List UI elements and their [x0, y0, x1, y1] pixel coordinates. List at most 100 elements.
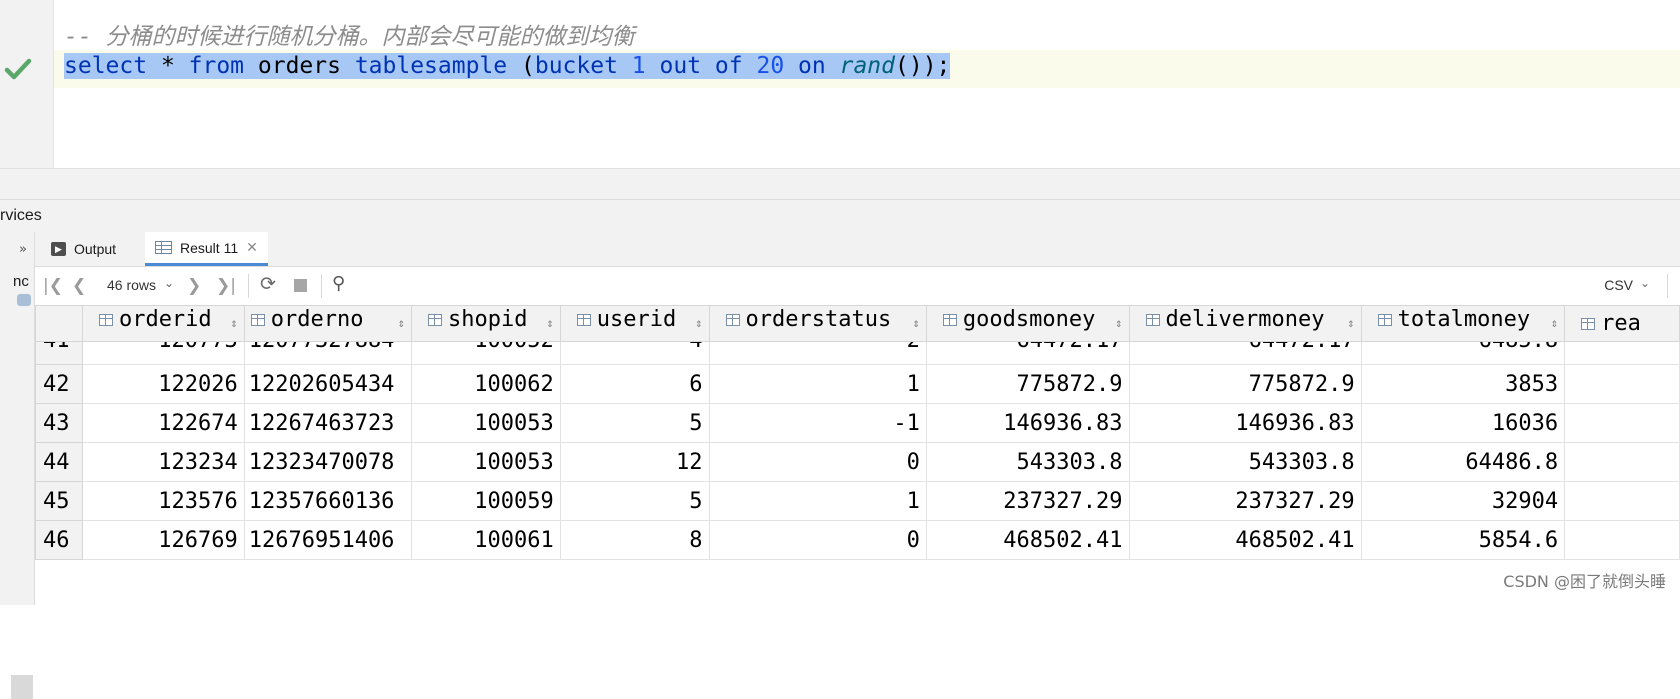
table-cell[interactable]: 12	[559, 442, 710, 482]
table-cell[interactable]: 775872.9	[925, 364, 1130, 404]
table-cell[interactable]: 8	[559, 520, 710, 560]
table-cell[interactable]: 12357660136	[243, 481, 413, 521]
column-header[interactable]: rea	[1564, 305, 1680, 342]
table-cell[interactable]: 100053	[411, 442, 561, 482]
table-cell[interactable]: 126769	[81, 520, 245, 560]
sql-comment-line[interactable]: -- 分桶的时候进行随机分桶。内部会尽可能的做到均衡	[64, 17, 635, 51]
sort-icon[interactable]: ⇕	[913, 307, 920, 340]
table-row[interactable]: 46 126769 12676951406 100061 8 0 468502.…	[35, 520, 1680, 560]
next-page-icon[interactable]: ❯	[187, 276, 201, 296]
tree-node-label[interactable]: nc	[13, 273, 29, 290]
sort-icon[interactable]: ⇕	[695, 307, 702, 340]
table-cell[interactable]: 64486.8	[1360, 442, 1566, 482]
selected-text[interactable]: select * from orders tablesample (bucket…	[64, 53, 951, 79]
sort-icon[interactable]: ⇕	[1347, 307, 1354, 340]
prev-page-icon[interactable]: ❮	[72, 276, 86, 296]
table-row[interactable]: 43 122674 12267463723 100053 5 -1 146936…	[35, 403, 1680, 443]
table-cell[interactable]: 5854.6	[1360, 520, 1566, 560]
table-cell[interactable]	[1564, 364, 1680, 404]
table-cell[interactable]: 4	[559, 341, 710, 365]
table-cell[interactable]: 123576	[81, 481, 245, 521]
close-icon[interactable]: ✕	[246, 239, 258, 256]
table-cell[interactable]: 100059	[411, 481, 561, 521]
result-grid[interactable]: orderid ⇕ orderno ⇕ shopid ⇕ userid ⇕ orders…	[35, 305, 1680, 605]
table-cell[interactable]: 16036	[1360, 403, 1566, 443]
table-cell[interactable]	[1564, 481, 1680, 521]
table-cell[interactable]: 100061	[411, 520, 561, 560]
table-cell[interactable]: 468502.41	[925, 520, 1130, 560]
sql-statement-line[interactable]: select * from orders tablesample (bucket…	[64, 53, 951, 79]
table-cell[interactable]	[1564, 341, 1680, 365]
table-cell[interactable]: 6485.8	[1360, 341, 1566, 365]
table-cell[interactable]: 64472.17	[1128, 341, 1362, 365]
table-cell[interactable]: 12077327884	[243, 341, 413, 365]
column-header[interactable]: goodsmoney ⇕	[925, 305, 1130, 342]
table-cell[interactable]: 123234	[81, 442, 245, 482]
table-row[interactable]: 45 123576 12357660136 100059 5 1 237327.…	[35, 481, 1680, 521]
sort-icon[interactable]: ⇕	[547, 307, 554, 340]
chevron-down-icon[interactable]: ⌄	[1640, 276, 1650, 290]
table-cell[interactable]: 100053	[411, 403, 561, 443]
table-cell[interactable]: 5	[559, 403, 710, 443]
table-cell[interactable]: 1	[708, 481, 927, 521]
table-cell[interactable]: 122674	[81, 403, 245, 443]
table-cell[interactable]: 12202605434	[243, 364, 413, 404]
sort-icon[interactable]: ⇕	[1551, 307, 1558, 340]
table-cell[interactable]: 146936.83	[925, 403, 1130, 443]
table-cell[interactable]: 237327.29	[1128, 481, 1362, 521]
table-cell[interactable]: 5	[559, 481, 710, 521]
table-cell[interactable]: 0	[708, 520, 927, 560]
table-cell[interactable]: 64472.17	[925, 341, 1130, 365]
kw-tablesample: tablesample	[354, 53, 508, 79]
export-format-dropdown[interactable]: CSV	[1604, 277, 1633, 293]
sort-icon[interactable]: ⇕	[398, 307, 405, 340]
table-cell[interactable]: 543303.8	[1128, 442, 1362, 482]
table-cell[interactable]: 6	[559, 364, 710, 404]
table-cell[interactable]: 120773	[81, 341, 245, 365]
column-header[interactable]: orderid ⇕	[81, 305, 245, 342]
table-cell[interactable]: 100052	[411, 341, 561, 365]
table-cell[interactable]	[1564, 442, 1680, 482]
table-cell[interactable]: 100062	[411, 364, 561, 404]
table-cell[interactable]: 468502.41	[1128, 520, 1362, 560]
table-cell[interactable]: 0	[708, 442, 927, 482]
table-cell[interactable]: 237327.29	[925, 481, 1130, 521]
stop-icon[interactable]	[294, 279, 307, 292]
table-cell[interactable]: 32904	[1360, 481, 1566, 521]
expand-icon[interactable]: »	[19, 242, 27, 257]
column-header[interactable]: totalmoney ⇕	[1360, 305, 1566, 342]
table-row[interactable]: 44 123234 12323470078 100053 12 0 543303…	[35, 442, 1680, 482]
sort-icon[interactable]: ⇕	[1115, 307, 1122, 340]
table-cell[interactable]	[1564, 403, 1680, 443]
column-header[interactable]: userid ⇕	[559, 305, 710, 342]
column-header[interactable]: orderno ⇕	[243, 305, 413, 342]
reload-icon[interactable]: ⟳	[260, 274, 276, 294]
first-page-icon[interactable]: |❮	[43, 276, 63, 296]
table-cell[interactable]: 12323470078	[243, 442, 413, 482]
chevron-down-icon[interactable]: ⌄	[164, 276, 174, 290]
table-cell[interactable]: 122026	[81, 364, 245, 404]
last-page-icon[interactable]: ❯|	[216, 276, 236, 296]
table-cell[interactable]: -1	[708, 403, 927, 443]
table-row[interactable]: 42 122026 12202605434 100062 6 1 775872.…	[35, 364, 1680, 404]
column-header[interactable]: orderstatus ⇕	[708, 305, 927, 342]
column-header[interactable]: delivermoney ⇕	[1128, 305, 1362, 342]
table-cell[interactable]: 3853	[1360, 364, 1566, 404]
rows-count-dropdown[interactable]: 46 rows	[107, 277, 156, 293]
table-cell[interactable]: 12267463723	[243, 403, 413, 443]
table-cell[interactable]: 543303.8	[925, 442, 1130, 482]
tab-result[interactable]: Result 11 ✕	[145, 232, 268, 266]
sql-editor[interactable]: -- 分桶的时候进行随机分桶。内部会尽可能的做到均衡 select * from…	[0, 0, 1680, 168]
sort-icon[interactable]: ⇕	[231, 307, 238, 340]
pin-icon[interactable]: ⚲	[332, 274, 345, 294]
table-cell[interactable]: 1	[708, 364, 927, 404]
services-tree-strip[interactable]: » nc	[0, 232, 35, 699]
table-row[interactable]: 41 120773 12077327884 100052 4 2 64472.1…	[35, 341, 1680, 365]
table-cell[interactable]	[1564, 520, 1680, 560]
table-cell[interactable]: 2	[708, 341, 927, 365]
table-cell[interactable]: 775872.9	[1128, 364, 1362, 404]
table-cell[interactable]: 146936.83	[1128, 403, 1362, 443]
tab-output[interactable]: ▶ Output	[51, 232, 116, 266]
table-cell[interactable]: 12676951406	[243, 520, 413, 560]
column-header[interactable]: shopid ⇕	[411, 305, 561, 342]
